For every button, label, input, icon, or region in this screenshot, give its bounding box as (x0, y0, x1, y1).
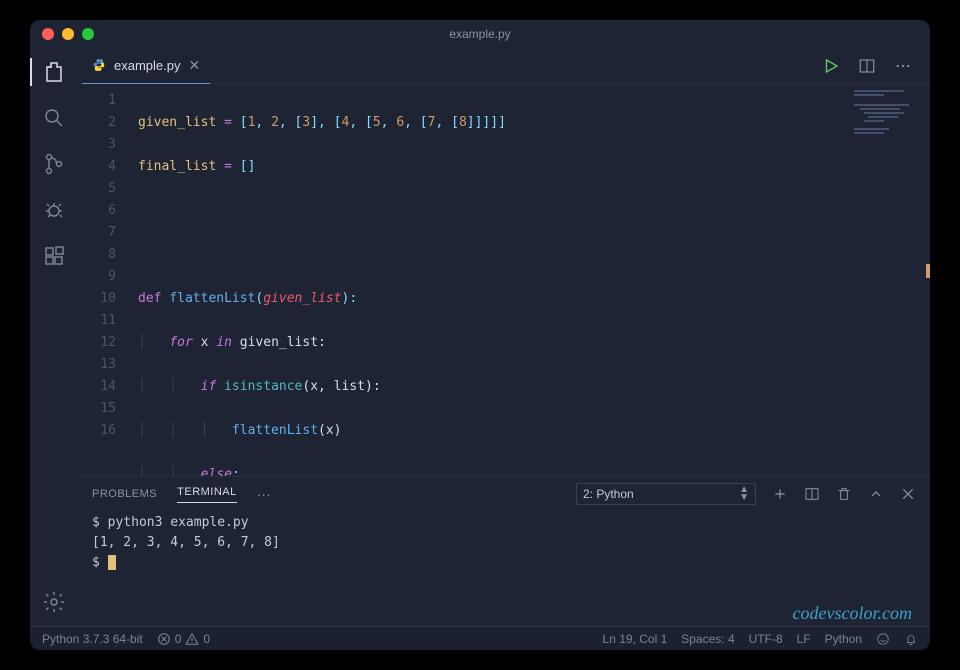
minimap[interactable] (854, 88, 924, 138)
line-number: 8 (78, 244, 116, 266)
line-number: 1 (78, 90, 116, 112)
terminal-selector[interactable]: 2: Python ▲▼ (576, 483, 756, 505)
status-python-version[interactable]: Python 3.7.3 64-bit (42, 632, 143, 646)
panel-more-icon[interactable]: ··· (257, 486, 271, 502)
line-number: 2 (78, 112, 116, 134)
terminal-line: $ python3 example.py (92, 513, 916, 533)
editor[interactable]: 12345678910111213141516 given_list = [1,… (78, 84, 930, 476)
settings-gear-icon[interactable] (40, 588, 68, 616)
status-indentation[interactable]: Spaces: 4 (681, 632, 734, 646)
line-number: 12 (78, 332, 116, 354)
panel-tab-problems[interactable]: PROBLEMS (92, 488, 157, 500)
line-number: 15 (78, 398, 116, 420)
search-icon[interactable] (40, 104, 68, 132)
status-language[interactable]: Python (825, 632, 862, 646)
status-encoding[interactable]: UTF-8 (749, 632, 783, 646)
maximize-panel-icon[interactable] (868, 486, 884, 502)
maximize-window-button[interactable] (82, 28, 94, 40)
run-icon[interactable] (822, 57, 840, 75)
line-number: 3 (78, 134, 116, 156)
source-control-icon[interactable] (40, 150, 68, 178)
python-file-icon (92, 58, 106, 72)
more-actions-icon[interactable] (894, 57, 912, 75)
debug-icon[interactable] (40, 196, 68, 224)
select-arrows-icon: ▲▼ (739, 486, 749, 502)
tab-example-py[interactable]: example.py ✕ (82, 48, 210, 84)
split-editor-icon[interactable] (858, 57, 876, 75)
line-number: 13 (78, 354, 116, 376)
editor-actions (822, 57, 930, 75)
split-terminal-icon[interactable] (804, 486, 820, 502)
window-title: example.py (449, 27, 510, 41)
code-area[interactable]: given_list = [1, 2, [3], [4, [5, 6, [7, … (130, 84, 930, 476)
terminal-selector-label: 2: Python (583, 487, 733, 501)
titlebar: example.py (30, 20, 930, 48)
tab-label: example.py (114, 58, 180, 73)
terminal-line: [1, 2, 3, 4, 5, 6, 7, 8] (92, 533, 916, 553)
terminal-line: $ (92, 553, 916, 573)
traffic-lights (42, 28, 94, 40)
panel-tab-terminal[interactable]: TERMINAL (177, 486, 237, 503)
tab-bar: example.py ✕ (78, 48, 930, 84)
activity-bar (30, 48, 78, 626)
panel-tabbar: PROBLEMS TERMINAL ··· 2: Python ▲▼ (78, 477, 930, 511)
line-number: 4 (78, 156, 116, 178)
status-notifications-icon[interactable] (904, 632, 918, 646)
explorer-icon[interactable] (40, 58, 68, 86)
tab-close-icon[interactable]: ✕ (188, 57, 200, 74)
line-number: 5 (78, 178, 116, 200)
line-number: 7 (78, 222, 116, 244)
status-eol[interactable]: LF (797, 632, 811, 646)
new-terminal-icon[interactable] (772, 486, 788, 502)
editor-group: example.py ✕ 1234567891011121314151 (78, 48, 930, 626)
minimize-window-button[interactable] (62, 28, 74, 40)
close-window-button[interactable] (42, 28, 54, 40)
line-number: 10 (78, 288, 116, 310)
line-number: 9 (78, 266, 116, 288)
window-body: example.py ✕ 1234567891011121314151 (30, 48, 930, 626)
close-panel-icon[interactable] (900, 486, 916, 502)
line-number: 14 (78, 376, 116, 398)
status-feedback-icon[interactable] (876, 632, 890, 646)
terminal-cursor (108, 555, 116, 570)
line-number-gutter: 12345678910111213141516 (78, 84, 130, 476)
watermark: codevscolor.com (793, 603, 912, 624)
line-number: 11 (78, 310, 116, 332)
kill-terminal-icon[interactable] (836, 486, 852, 502)
status-problems[interactable]: 0 0 (157, 632, 210, 646)
status-bar: Python 3.7.3 64-bit 0 0 Ln 19, Col 1 Spa… (30, 626, 930, 650)
overview-ruler-mark (926, 264, 930, 278)
extensions-icon[interactable] (40, 242, 68, 270)
line-number: 6 (78, 200, 116, 222)
line-number: 16 (78, 420, 116, 442)
status-cursor-position[interactable]: Ln 19, Col 1 (603, 632, 668, 646)
vscode-window: example.py (30, 20, 930, 650)
